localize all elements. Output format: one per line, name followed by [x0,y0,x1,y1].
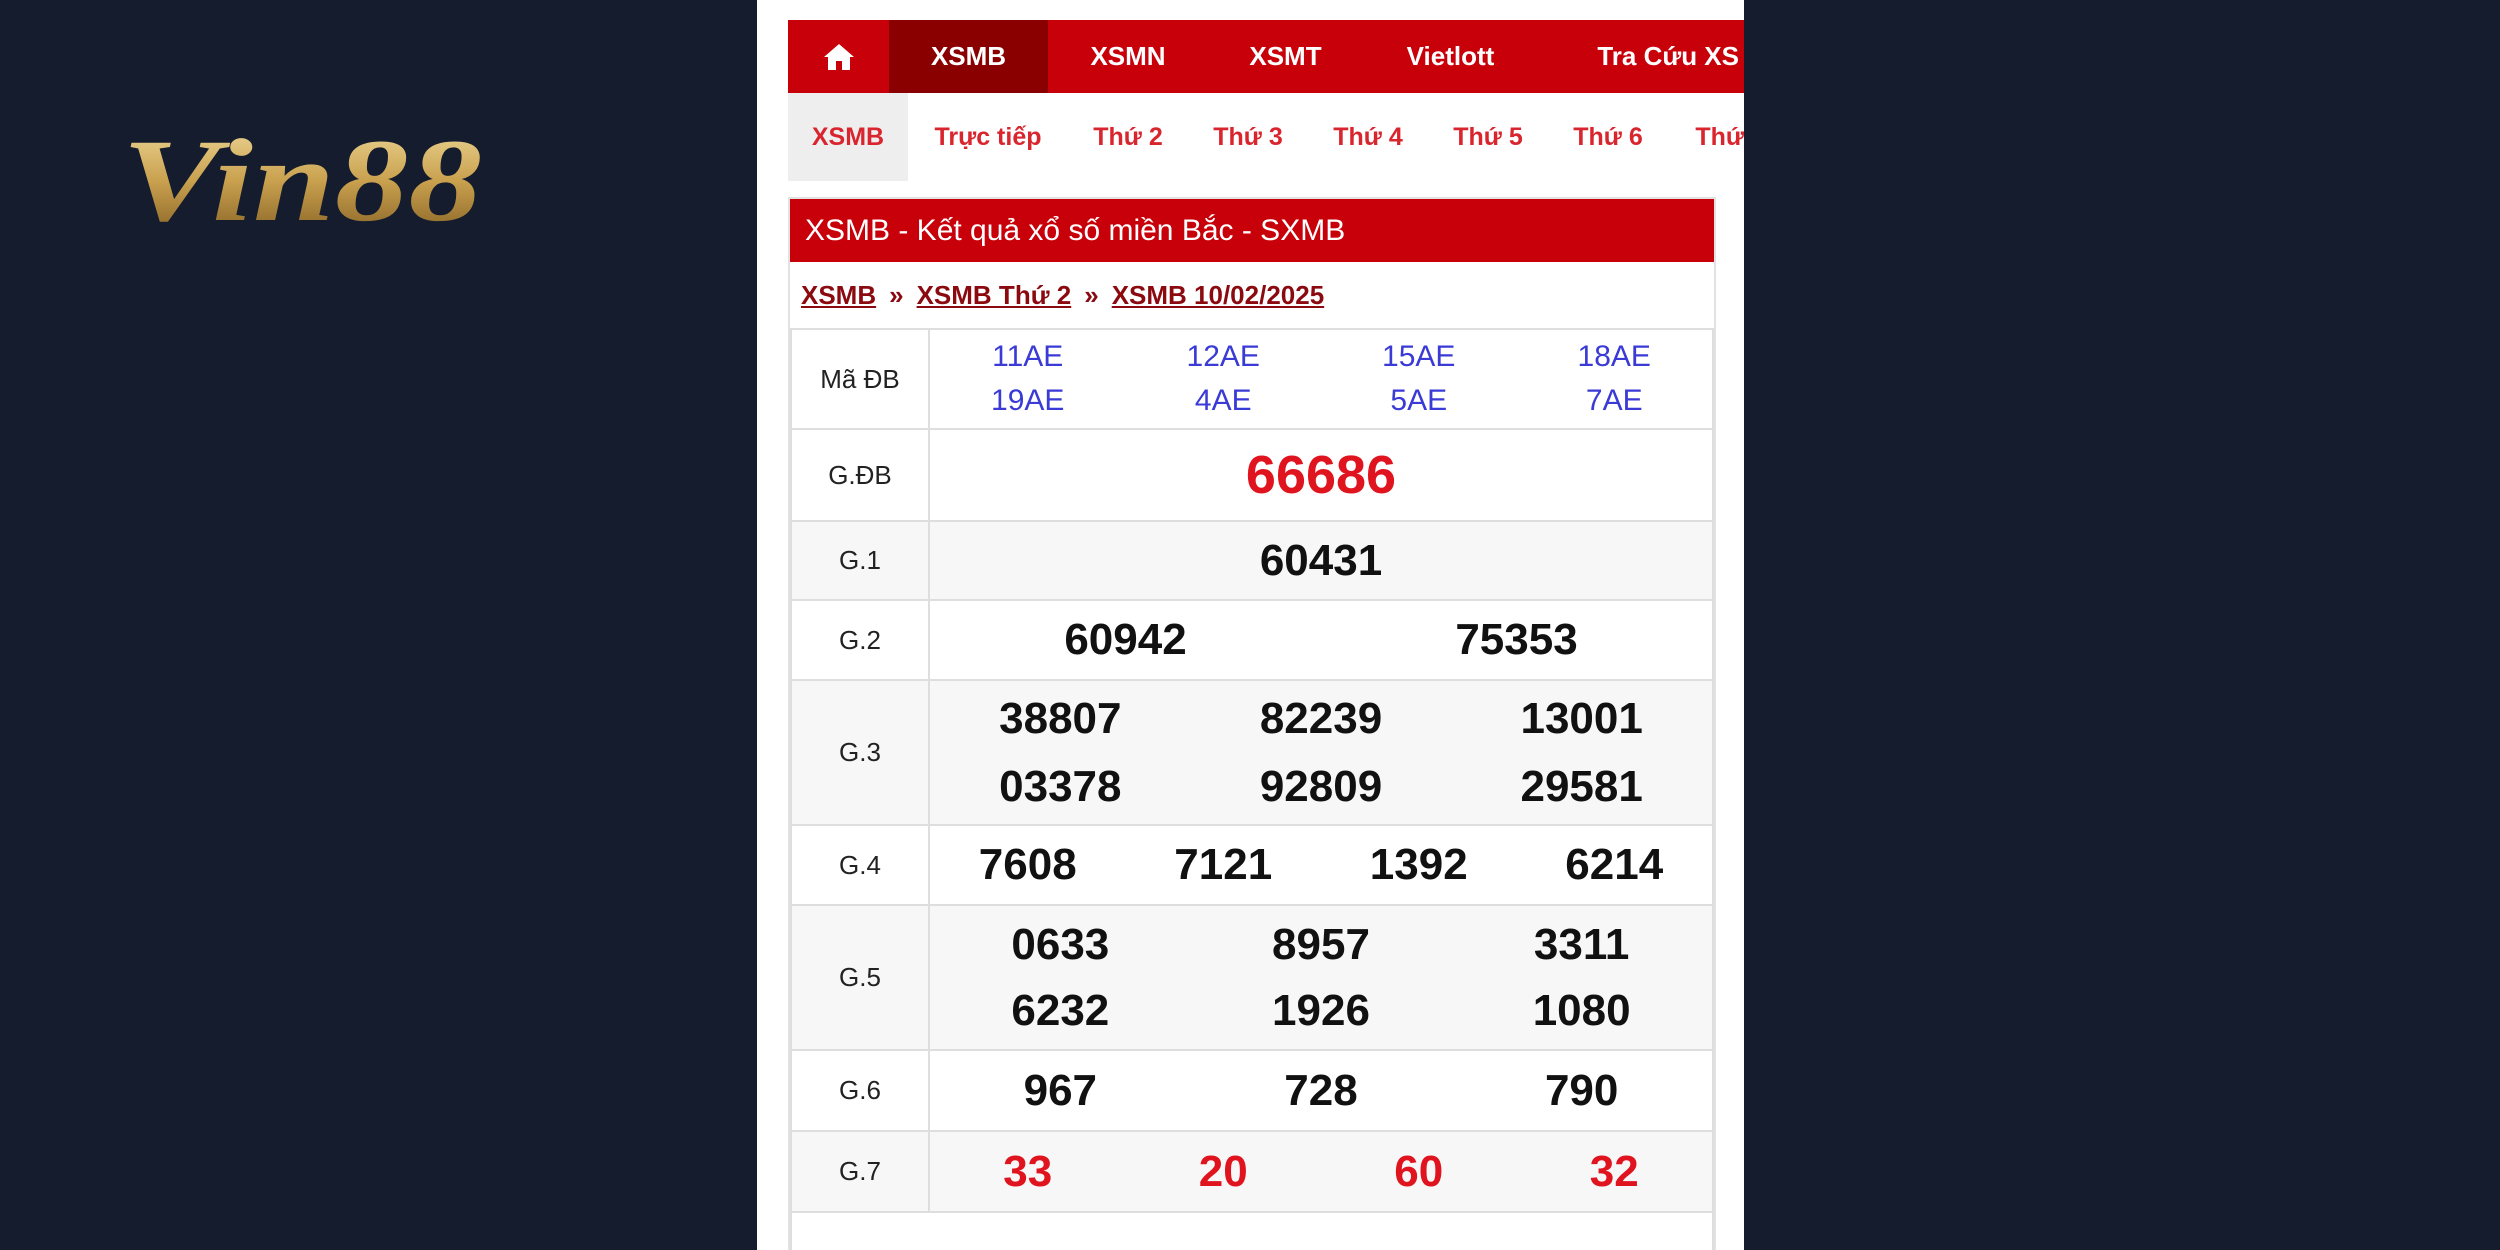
prize-g7-number: 32 [1589,1146,1639,1196]
prize-g3-number: 92809 [1259,761,1383,811]
ma-db-code: 15AE [1382,340,1456,373]
home-icon [823,43,854,70]
prize-gdb-cell: 66686 [928,428,1714,522]
ma-db-label: Mã ĐB [790,328,930,430]
ma-db-code: 19AE [991,384,1065,417]
breadcrumb: XSMB » XSMB Thứ 2 » XSMB 10/02/2025 [790,262,1714,328]
prize-g6-number: 967 [1023,1065,1098,1115]
prize-g2-number: 75353 [1455,615,1578,664]
prize-g6-number: 728 [1284,1065,1358,1115]
prize-g5-number: 8957 [1272,919,1370,969]
ma-db-codes: 11AE 12AE 15AE 18AE 19AE 4AE 5AE 7AE [928,328,1714,430]
prize-g4-number: 7608 [978,840,1077,889]
prize-g2-number: 60942 [1064,615,1187,664]
table-row: G.7 33 20 60 32 [790,1130,1714,1213]
nav-xsmb[interactable]: XSMB [889,20,1048,93]
logo-text: Vin88 [122,115,482,235]
prize-g6-cell: 967 728 790 [928,1049,1714,1132]
prize-g5-cell: 0633 8957 3311 6232 1926 1080 [928,904,1714,1051]
table-row: Mã ĐB 11AE 12AE 15AE 18AE 19AE 4AE 5AE 7… [790,328,1714,430]
prize-g5-number: 1080 [1532,985,1631,1035]
ma-db-code: 12AE [1186,340,1260,373]
prize-label-gdb: G.ĐB [790,428,930,522]
table-row: G.1 60431 [790,520,1714,601]
prize-g1-cell: 60431 [928,520,1714,601]
ma-db-code: 4AE [1194,384,1252,417]
table-row: G.2 60942 75353 [790,599,1714,681]
prize-g7-number: 20 [1198,1146,1248,1196]
subnav-thu-7[interactable]: Thứ [1668,93,1744,181]
prize-g4-number: 1392 [1369,840,1468,889]
prize-g1-number: 60431 [1259,535,1383,585]
prize-g3-cell: 38807 82239 13001 03378 92809 29581 [928,679,1714,826]
prize-g4-number: 6214 [1565,840,1664,889]
result-title: XSMB - Kết quả xổ số miền Bắc - SXMB [790,199,1714,262]
nav-tra-cuu-xs[interactable]: Tra Cứu XS [1538,20,1744,93]
home-button[interactable] [788,20,889,93]
prize-g3-number: 38807 [999,693,1122,743]
breadcrumb-xsmb-thu-2[interactable]: XSMB Thứ 2 [917,280,1072,311]
main-navbar: XSMB XSMN XSMT Vietlott Tra Cứu XS [788,20,1744,93]
table-footer-cell [790,1211,1714,1250]
nav-xsmn[interactable]: XSMN [1048,20,1208,93]
subnav-xsmb[interactable]: XSMB [788,93,908,181]
prize-g2-cell: 60942 75353 [928,599,1714,681]
prize-label-g7: G.7 [790,1130,930,1213]
prize-g7-number: 33 [1003,1146,1053,1196]
prize-gdb-number: 66686 [1245,445,1397,505]
prize-g3-number: 03378 [999,761,1122,811]
prize-g3-number: 29581 [1520,761,1643,811]
ma-db-code: 11AE [992,340,1064,373]
subnav-thu-6[interactable]: Thứ 6 [1548,93,1668,181]
nav-xsmt[interactable]: XSMT [1208,20,1363,93]
prize-label-g2: G.2 [790,599,930,681]
content-panel: XSMB XSMN XSMT Vietlott Tra Cứu XS XSMB … [757,0,1744,1250]
table-row [790,1211,1714,1250]
prize-g3-number: 13001 [1520,693,1643,743]
prize-label-g5: G.5 [790,904,930,1051]
prize-label-g1: G.1 [790,520,930,601]
result-box: XSMB - Kết quả xổ số miền Bắc - SXMB XSM… [788,197,1716,1250]
prize-g5-number: 3311 [1533,919,1630,969]
prize-g6-number: 790 [1544,1065,1619,1115]
ma-db-code: 18AE [1577,340,1651,373]
prize-g7-cell: 33 20 60 32 [928,1130,1714,1213]
sub-navbar: XSMB Trực tiếp Thứ 2 Thứ 3 Thứ 4 Thứ 5 T… [788,93,1744,181]
nav-vietlott[interactable]: Vietlott [1363,20,1538,93]
breadcrumb-xsmb-date[interactable]: XSMB 10/02/2025 [1112,280,1324,311]
subnav-thu-5[interactable]: Thứ 5 [1428,93,1548,181]
vin88-logo: Vin88 [122,115,482,235]
table-row: G.4 7608 7121 1392 6214 [790,824,1714,906]
ma-db-code: 5AE [1390,384,1448,417]
subnav-truc-tiep[interactable]: Trực tiếp [908,93,1068,181]
subnav-thu-2[interactable]: Thứ 2 [1068,93,1188,181]
prize-g5-number: 1926 [1272,985,1370,1035]
table-row: G.ĐB 66686 [790,428,1714,522]
prize-g4-cell: 7608 7121 1392 6214 [928,824,1714,906]
subnav-thu-4[interactable]: Thứ 4 [1308,93,1428,181]
table-row: G.3 38807 82239 13001 03378 92809 29581 [790,679,1714,826]
prize-g4-number: 7121 [1174,840,1273,889]
prize-g3-number: 82239 [1259,693,1383,743]
breadcrumb-separator: » [889,279,904,310]
prize-g7-number: 60 [1394,1146,1444,1196]
prize-label-g4: G.4 [790,824,930,906]
table-row: G.5 0633 8957 3311 6232 1926 1080 [790,904,1714,1051]
prize-label-g6: G.6 [790,1049,930,1132]
breadcrumb-separator: » [1084,279,1099,310]
breadcrumb-xsmb[interactable]: XSMB [801,280,876,311]
prize-label-g3: G.3 [790,679,930,826]
table-row: G.6 967 728 790 [790,1049,1714,1132]
ma-db-code: 7AE [1585,384,1643,417]
prize-g5-number: 0633 [1011,919,1110,969]
result-table: Mã ĐB 11AE 12AE 15AE 18AE 19AE 4AE 5AE 7… [790,328,1714,1250]
subnav-thu-3[interactable]: Thứ 3 [1188,93,1308,181]
prize-g5-number: 6232 [1011,985,1110,1035]
